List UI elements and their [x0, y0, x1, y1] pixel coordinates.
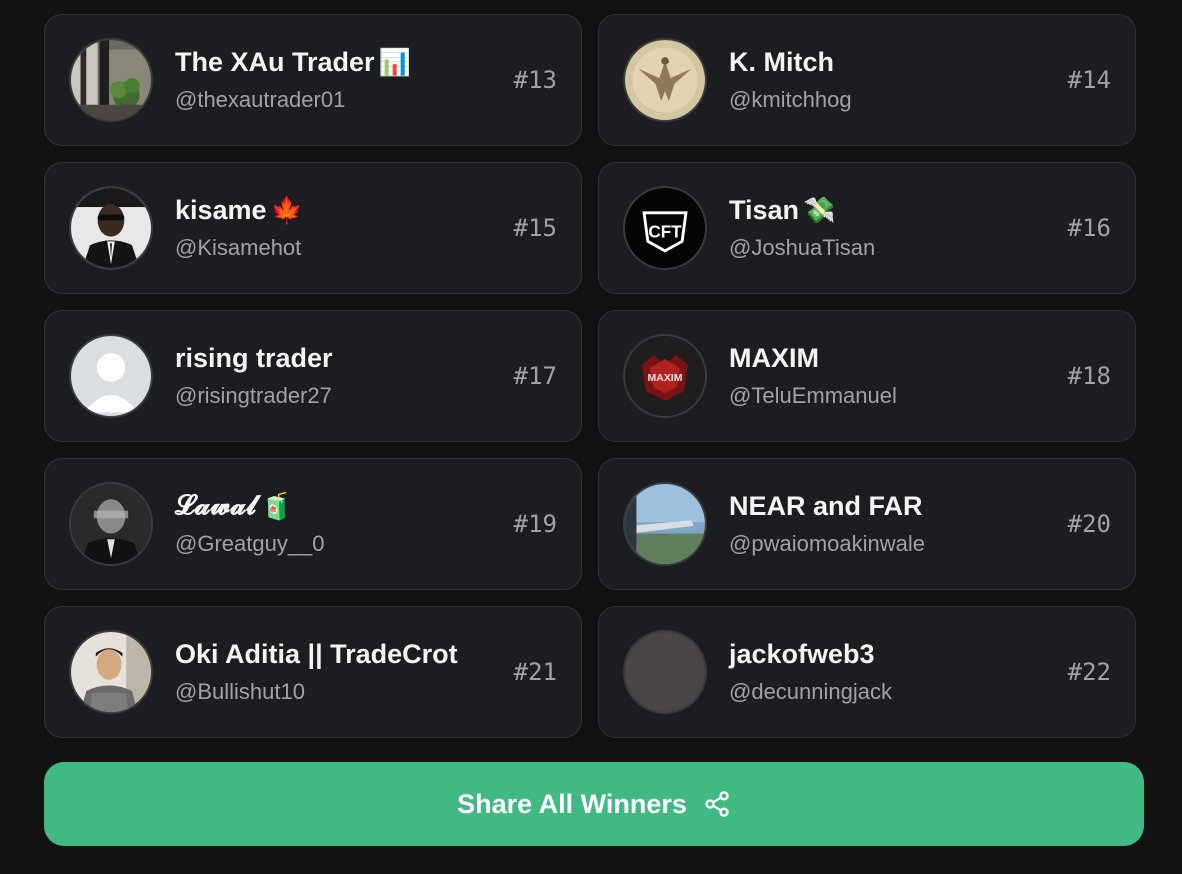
winner-rank: #15 [513, 214, 557, 242]
avatar [623, 482, 707, 566]
maxim-logo-icon: MAXIM [625, 336, 705, 416]
winner-name: 𝓛𝓪𝔀𝓪𝓵 🧃 [175, 490, 293, 521]
avatar [69, 630, 153, 714]
blurred-man-photo-icon [71, 484, 151, 564]
avatar [623, 630, 707, 714]
winner-name: jackofweb3 [729, 639, 875, 669]
room-plant-photo-icon [71, 40, 151, 120]
winner-name: kisame 🍁 [175, 195, 303, 225]
winner-card[interactable]: kisame 🍁 @Kisamehot #15 [44, 162, 582, 294]
winner-name: MAXIM [729, 343, 819, 373]
bird-engraving-photo-icon [625, 40, 705, 120]
winner-handle: @TeluEmmanuel [729, 383, 897, 408]
winner-handle: @risingtrader27 [175, 383, 332, 408]
winner-rank: #20 [1067, 510, 1111, 538]
winner-rank: #14 [1067, 66, 1111, 94]
winner-handle: @Bullishut10 [175, 679, 305, 704]
avatar: MAXIM [623, 334, 707, 418]
winner-card[interactable]: jackofweb3 @decunningjack #22 [598, 606, 1136, 738]
avatar [69, 482, 153, 566]
winner-name: The XAu Trader 📊 [175, 47, 411, 77]
winner-name: rising trader [175, 343, 333, 373]
winner-handle: @Kisamehot [175, 235, 302, 260]
winner-rank: #19 [513, 510, 557, 538]
share-button-label: Share All Winners [457, 788, 687, 819]
winner-handle: @pwaiomoakinwale [729, 531, 925, 556]
winner-name: K. Mitch [729, 47, 834, 77]
winners-grid: The XAu Trader 📊 @thexautrader01 #13 K. M… [44, 14, 1136, 738]
blank-avatar-icon [625, 632, 705, 712]
avatar: CFT [623, 186, 707, 270]
maple-leaf-emoji-icon: 🍁 [270, 195, 303, 225]
winner-name: Oki Aditia || TradeCrot [175, 639, 458, 669]
man-in-suit-photo-icon [71, 188, 151, 268]
winner-rank: #18 [1067, 362, 1111, 390]
winner-rank: #13 [513, 66, 557, 94]
cft-logo-icon: CFT [625, 188, 705, 268]
avatar [69, 38, 153, 122]
chart-emoji-icon: 📊 [378, 47, 411, 77]
share-icon [703, 790, 731, 818]
svg-text:MAXIM: MAXIM [648, 373, 683, 384]
default-user-icon [71, 336, 151, 416]
avatar [69, 334, 153, 418]
svg-text:CFT: CFT [648, 222, 682, 242]
winner-handle: @JoshuaTisan [729, 235, 876, 260]
winner-card[interactable]: K. Mitch @kmitchhog #14 [598, 14, 1136, 146]
avatar [69, 186, 153, 270]
airplane-window-photo-icon [625, 484, 705, 564]
winner-handle: @thexautrader01 [175, 87, 346, 112]
winner-card[interactable]: Oki Aditia || TradeCrot @Bullishut10 #21 [44, 606, 582, 738]
juice-box-emoji-icon: 🧃 [260, 491, 293, 521]
share-all-winners-button[interactable]: Share All Winners [44, 762, 1144, 846]
avatar [623, 38, 707, 122]
winner-card[interactable]: NEAR and FAR @pwaiomoakinwale #20 [598, 458, 1136, 590]
man-photo-icon [71, 632, 151, 712]
winner-card[interactable]: MAXIM MAXIM @TeluEmmanuel #18 [598, 310, 1136, 442]
winner-rank: #17 [513, 362, 557, 390]
winner-handle: @decunningjack [729, 679, 892, 704]
winner-card[interactable]: rising trader @risingtrader27 #17 [44, 310, 582, 442]
winner-rank: #16 [1067, 214, 1111, 242]
winner-rank: #22 [1067, 658, 1111, 686]
winner-rank: #21 [513, 658, 557, 686]
winner-handle: @Greatguy__0 [175, 531, 325, 556]
winner-card[interactable]: CFT Tisan 💸 @JoshuaTisan #16 [598, 162, 1136, 294]
winner-card[interactable]: 𝓛𝓪𝔀𝓪𝓵 🧃 @Greatguy__0 #19 [44, 458, 582, 590]
winner-card[interactable]: The XAu Trader 📊 @thexautrader01 #13 [44, 14, 582, 146]
winner-name: NEAR and FAR [729, 491, 923, 521]
money-wings-emoji-icon: 💸 [803, 195, 836, 225]
winner-name: Tisan 💸 [729, 195, 836, 225]
winner-handle: @kmitchhog [729, 87, 852, 112]
